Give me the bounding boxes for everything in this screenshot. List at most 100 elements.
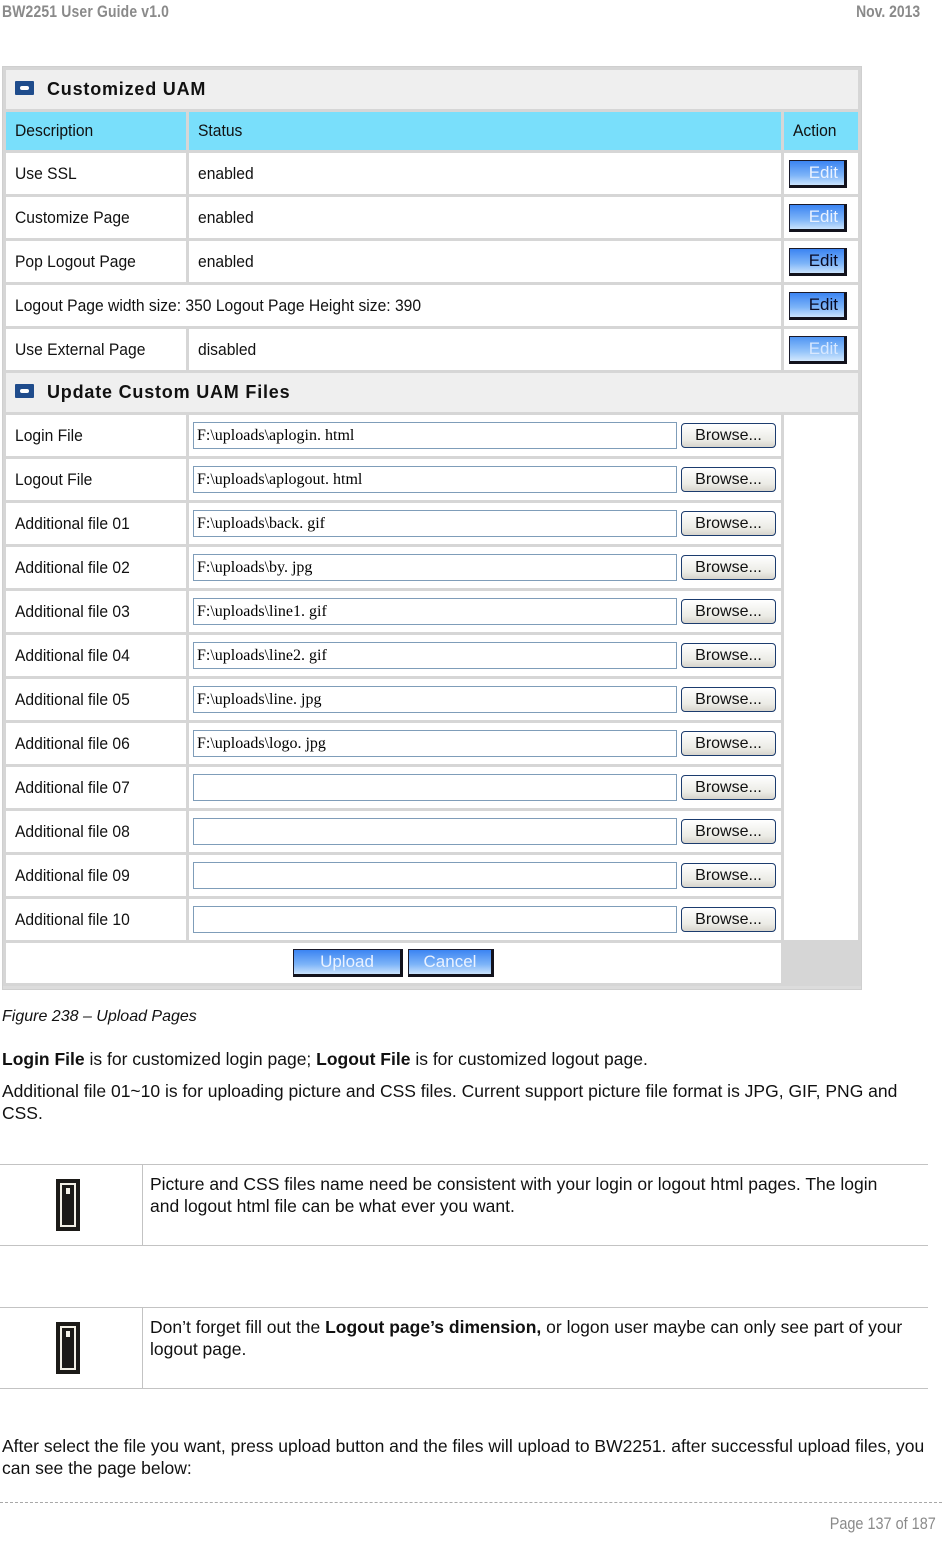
row-status: enabled (198, 163, 254, 183)
file-path-input[interactable]: F:\uploads\line1. gif (193, 598, 677, 625)
info-note-2: Don’t forget fill out the Logout page’s … (0, 1307, 928, 1389)
file-row: Additional file 01 F:\uploads\back. gif Br… (6, 503, 858, 544)
file-path-input[interactable]: F:\uploads\line2. gif (193, 642, 677, 669)
column-header-row: Description Status Action (6, 112, 858, 150)
file-row: Additional file 04 F:\uploads\line2. gif B… (6, 635, 858, 676)
file-label: Additional file 04 (15, 645, 130, 665)
collapse-icon[interactable] (15, 384, 34, 399)
file-path-input[interactable] (193, 862, 677, 889)
paragraph-text: is for customized login page; (84, 1049, 317, 1069)
file-row: Additional file 02 F:\uploads\by. jpg Brow… (6, 547, 858, 588)
file-row: Additional file 05 F:\uploads\line. jpg Br… (6, 679, 858, 720)
browse-button[interactable]: Browse... (681, 643, 776, 668)
file-label: Additional file 03 (15, 601, 130, 621)
term-logout-file: Logout File (316, 1049, 411, 1069)
term-login-file: Login File (2, 1049, 85, 1069)
table-row: Use External Page disabled Edit (6, 329, 858, 370)
collapse-icon[interactable] (15, 81, 34, 96)
note-text: Don’t forget fill out the Logout page’s … (150, 1316, 910, 1360)
row-description: Logout Page width size: 350 Logout Page … (15, 295, 422, 315)
file-rows: Login File F:\uploads\aplogin. html Browse… (6, 415, 858, 940)
table-row: Use SSL enabled Edit (6, 153, 858, 194)
info-icon (56, 1179, 80, 1231)
paragraph-after-upload: After select the file you want, press up… (2, 1436, 925, 1478)
note-text-part: Don’t forget fill out the (150, 1317, 326, 1337)
browse-button[interactable]: Browse... (681, 555, 776, 580)
page-number: Page 137 of 187 (829, 1514, 936, 1533)
upload-button[interactable]: Upload (293, 949, 403, 977)
file-label: Additional file 08 (15, 821, 130, 841)
file-label: Additional file 09 (15, 865, 130, 885)
browse-button[interactable]: Browse... (681, 467, 776, 492)
browse-button[interactable]: Browse... (681, 687, 776, 712)
edit-button-logout-page-size[interactable]: Edit (789, 291, 847, 320)
browse-button[interactable]: Browse... (681, 863, 776, 888)
document-title: BW2251 User Guide v1.0 (2, 2, 170, 21)
edit-button-use-external-page[interactable]: Edit (789, 335, 847, 364)
section-title: Update Custom UAM Files (47, 382, 291, 402)
uam-table: Customized UAM Description Status Action… (3, 67, 861, 986)
row-description: Use External Page (15, 339, 146, 359)
row-description: Customize Page (15, 207, 130, 227)
edit-button-pop-logout-page[interactable]: Edit (789, 247, 847, 276)
document-date: Nov. 2013 (855, 2, 920, 21)
file-row: Additional file 06 F:\uploads\logo. jpg Br… (6, 723, 858, 764)
browse-button[interactable]: Browse... (681, 819, 776, 844)
cancel-button[interactable]: Cancel (408, 949, 494, 977)
file-label: Additional file 10 (15, 909, 130, 929)
file-path-input[interactable] (193, 774, 677, 801)
file-path-input[interactable]: F:\uploads\logo. jpg (193, 730, 677, 757)
file-path-input[interactable]: F:\uploads\by. jpg (193, 554, 677, 581)
browse-button[interactable]: Browse... (681, 599, 776, 624)
file-path-input[interactable]: F:\uploads\back. gif (193, 510, 677, 537)
paragraph-text: is for customized logout page. (410, 1049, 648, 1069)
browse-button[interactable]: Browse... (681, 511, 776, 536)
paragraph-additional-files: Additional file 01~10 is for uploading p… (2, 1081, 898, 1123)
file-row: Additional file 08 Browse... (6, 811, 858, 852)
customized-uam-panel: Customized UAM Description Status Action… (2, 66, 862, 990)
section-title: Customized UAM (47, 79, 207, 99)
table-row: Customize Page enabled Edit (6, 197, 858, 238)
file-path-input[interactable]: F:\uploads\aplogout. html (193, 466, 677, 493)
footer-divider (0, 1502, 942, 1503)
file-row: Additional file 03 F:\uploads\line1. gif B… (6, 591, 858, 632)
note-text: Picture and CSS files name need be consi… (150, 1174, 878, 1216)
file-row: Additional file 09 Browse... (6, 855, 858, 896)
file-label: Logout File (15, 469, 93, 489)
browse-button[interactable]: Browse... (681, 775, 776, 800)
browse-button[interactable]: Browse... (681, 907, 776, 932)
note-text-bold: Logout page’s dimension, (325, 1317, 542, 1337)
row-description: Use SSL (15, 163, 77, 183)
row-description: Pop Logout Page (15, 251, 136, 271)
file-row: Additional file 10 Browse... (6, 899, 858, 940)
info-note-1: Picture and CSS files name need be consi… (0, 1164, 928, 1246)
file-row: Additional file 07 Browse... (6, 767, 858, 808)
file-path-input[interactable] (193, 906, 677, 933)
file-path-input[interactable] (193, 818, 677, 845)
actions-row: Upload Cancel (6, 943, 858, 983)
column-header-status: Status (198, 121, 243, 140)
figure-caption: Figure 238 – Upload Pages (2, 1008, 197, 1025)
file-row: Logout File F:\uploads\aplogout. html Brow… (6, 459, 858, 500)
table-row: Logout Page width size: 350 Logout Page … (6, 285, 858, 326)
edit-button-use-ssl[interactable]: Edit (789, 159, 847, 188)
file-label: Additional file 07 (15, 777, 130, 797)
row-status: enabled (198, 251, 254, 271)
table-row: Pop Logout Page enabled Edit (6, 241, 858, 282)
column-header-action: Action (793, 121, 837, 140)
file-label: Additional file 06 (15, 733, 130, 753)
browse-button[interactable]: Browse... (681, 731, 776, 756)
file-path-input[interactable]: F:\uploads\line. jpg (193, 686, 677, 713)
info-icon (56, 1322, 80, 1374)
file-path-input[interactable]: F:\uploads\aplogin. html (193, 422, 677, 449)
paragraph-login-logout: Login File is for customized login page;… (2, 1048, 937, 1070)
column-header-description: Description (15, 121, 94, 140)
file-row: Login File F:\uploads\aplogin. html Browse… (6, 415, 858, 940)
browse-button[interactable]: Browse... (681, 423, 776, 448)
file-label: Additional file 01 (15, 513, 130, 533)
section-header-customized-uam: Customized UAM (6, 70, 858, 109)
edit-button-customize-page[interactable]: Edit (789, 203, 847, 232)
row-status: disabled (198, 339, 257, 359)
row-status: enabled (198, 207, 254, 227)
file-label: Additional file 05 (15, 689, 130, 709)
